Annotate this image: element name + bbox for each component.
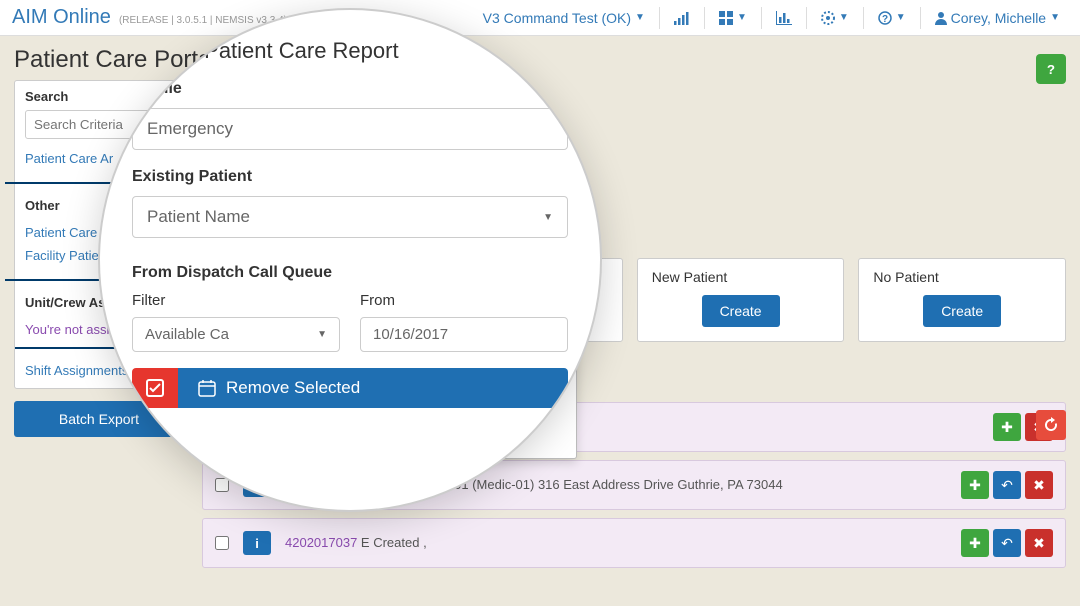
- signal-icon[interactable]: [666, 7, 698, 29]
- delete-button[interactable]: ✖: [1025, 529, 1053, 557]
- magnifier-lens: Create Patient Care Report Profile Emerg…: [100, 10, 600, 510]
- version-text: (RELEASE | 3.0.5.1 | NEMSIS v3.3.4): [119, 15, 287, 26]
- user-menu[interactable]: Corey, Michelle ▼: [927, 6, 1068, 30]
- topbar-right: V3 Command Test (OK) ▼ ▼ ▼ ? ▼ Corey, M: [475, 6, 1068, 30]
- profile-label: Profile: [132, 80, 568, 98]
- chevron-down-icon: ▼: [543, 212, 553, 223]
- user-icon: [935, 11, 947, 25]
- help-icon[interactable]: ? ▼: [870, 7, 914, 29]
- separator: [863, 7, 864, 29]
- context-label: V3 Command Test (OK): [483, 10, 631, 26]
- undo-button[interactable]: ↶: [993, 529, 1021, 557]
- no-patient-box: No Patient Create: [858, 258, 1066, 342]
- info-icon[interactable]: i: [243, 531, 271, 555]
- existing-patient-select[interactable]: Patient Name ▼: [132, 196, 568, 238]
- create-new-patient-button[interactable]: Create: [702, 295, 780, 327]
- checkbox-checked-icon: [145, 378, 165, 398]
- create-no-patient-button[interactable]: Create: [923, 295, 1001, 327]
- remove-selected-button[interactable]: Remove Selected: [178, 368, 568, 408]
- separator: [920, 7, 921, 29]
- add-button[interactable]: ✚: [961, 471, 989, 499]
- no-patient-title: No Patient: [873, 269, 1051, 285]
- delete-button[interactable]: ✖: [1025, 471, 1053, 499]
- record-id[interactable]: 4202017037: [285, 535, 357, 550]
- filter-label: Filter: [132, 292, 340, 309]
- new-patient-title: New Patient: [652, 269, 830, 285]
- remove-selected-label: Remove Selected: [226, 378, 360, 398]
- search-heading: Search: [25, 89, 173, 104]
- record-checkbox[interactable]: [215, 536, 229, 550]
- gear-icon[interactable]: ▼: [813, 7, 857, 29]
- add-button[interactable]: ✚: [993, 413, 1021, 441]
- undo-button[interactable]: ↶: [993, 471, 1021, 499]
- filter-select[interactable]: Available Ca ▼: [132, 317, 340, 352]
- existing-patient-label: Existing Patient: [132, 168, 568, 186]
- record-checkbox[interactable]: [215, 478, 229, 492]
- existing-patient-value: Patient Name: [147, 207, 250, 227]
- brand: AIM Online (RELEASE | 3.0.5.1 | NEMSIS v…: [12, 6, 287, 29]
- record-text: E Created ,: [357, 535, 426, 550]
- chart-icon[interactable]: [768, 7, 800, 29]
- context-dropdown[interactable]: V3 Command Test (OK) ▼: [475, 6, 653, 30]
- separator: [659, 7, 660, 29]
- record-row: i 4202017037 E Created , ✚ ↶ ✖: [202, 518, 1066, 568]
- separator: [806, 7, 807, 29]
- dispatch-label: From Dispatch Call Queue: [132, 264, 568, 282]
- profile-value: Emergency: [147, 119, 233, 139]
- chevron-down-icon: ▼: [896, 12, 906, 23]
- separator: [761, 7, 762, 29]
- from-value: 10/16/2017: [373, 326, 448, 343]
- chevron-down-icon: ▼: [635, 12, 645, 23]
- svg-text:?: ?: [882, 14, 888, 25]
- calendar-icon: [198, 379, 216, 397]
- refresh-button[interactable]: [1036, 410, 1066, 440]
- page-title: Patient Care Portal: [0, 36, 1080, 80]
- brand-title[interactable]: AIM Online: [12, 6, 111, 29]
- chevron-down-icon: ▼: [317, 329, 327, 340]
- chevron-down-icon: ▼: [839, 12, 849, 23]
- new-patient-box: New Patient Create: [637, 258, 845, 342]
- filter-value: Available Ca: [145, 326, 229, 343]
- user-name: Corey, Michelle: [951, 10, 1046, 26]
- chevron-down-icon: ▼: [1050, 12, 1060, 23]
- refresh-icon: [1043, 417, 1059, 433]
- profile-select[interactable]: Emergency: [132, 108, 568, 150]
- topbar: AIM Online (RELEASE | 3.0.5.1 | NEMSIS v…: [0, 0, 1080, 36]
- from-date-input[interactable]: 10/16/2017: [360, 317, 568, 352]
- chevron-down-icon: ▼: [737, 12, 747, 23]
- from-label: From: [360, 292, 568, 309]
- separator: [704, 7, 705, 29]
- add-button[interactable]: ✚: [961, 529, 989, 557]
- grid-icon[interactable]: ▼: [711, 7, 755, 29]
